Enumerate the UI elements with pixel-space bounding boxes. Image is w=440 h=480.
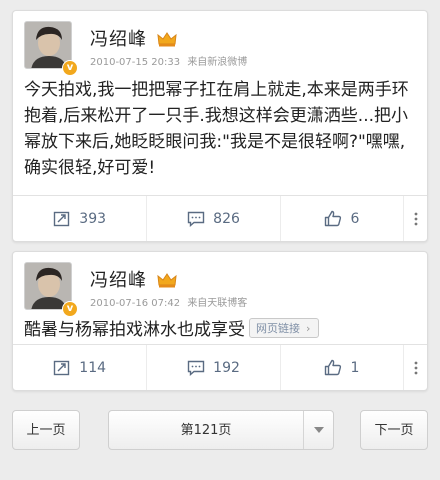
username-text[interactable]: 冯绍峰 [90,270,147,291]
post-meta: 2010-07-16 07:42 来自天联博客 [90,294,247,309]
vip-badge: v [62,60,78,76]
more-button[interactable] [403,345,427,390]
more-button[interactable] [403,196,427,241]
timestamp: 2010-07-16 07:42 [90,298,181,309]
repost-button[interactable]: 393 [13,196,146,241]
timestamp: 2010-07-15 20:33 [90,57,181,68]
post-card: v 冯绍峰 2010-07-16 07:42 来自天联博客 酷暑与杨幂拍戏淋水也… [12,251,428,391]
username[interactable]: 冯绍峰 [90,25,177,51]
current-page-label[interactable]: 第121页 [181,411,232,451]
more-vertical-icon [414,361,417,374]
thumbs-up-icon [325,210,342,227]
comment-icon [187,211,205,227]
crown-icon [157,31,177,46]
comment-button[interactable]: 826 [146,196,279,241]
username-text[interactable]: 冯绍峰 [90,29,147,50]
more-vertical-icon [414,212,417,225]
pagination: 上一页 第121页 下一页 [12,410,428,450]
post-card: v 冯绍峰 2010-07-15 20:33 来自新浪微博 今天拍戏,我一把把幂… [12,10,428,242]
web-link-button[interactable]: 网页链接 › [249,318,320,338]
repost-button[interactable]: 114 [13,345,146,390]
repost-count: 393 [79,210,107,227]
post-content: 酷暑与杨幂拍戏淋水也成享受 网页链接 › [24,317,417,343]
comment-button[interactable]: 192 [146,345,279,390]
dropdown-arrow[interactable] [303,411,333,449]
repost-icon [54,360,70,375]
post-meta: 2010-07-15 20:33 来自新浪微博 [90,53,247,68]
prev-page-button[interactable]: 上一页 [12,410,80,450]
chevron-right-icon: › [306,322,311,335]
username[interactable]: 冯绍峰 [90,266,177,292]
action-bar: 393 826 6 [13,195,427,241]
thumbs-up-icon [325,359,342,376]
post-content: 今天拍戏,我一把把幂子扛在肩上就走,本来是两手环抱着,后来松开了一只手.我想这样… [24,80,409,178]
comment-count: 192 [213,359,240,376]
page-select[interactable]: 第121页 [108,410,334,450]
crown-icon [157,272,177,287]
like-count: 1 [350,359,360,376]
post-header: v 冯绍峰 2010-07-15 20:33 来自新浪微博 [24,21,417,76]
web-link-label[interactable]: 网页链接 [256,322,300,335]
post-header: v 冯绍峰 2010-07-16 07:42 来自天联博客 [24,262,417,317]
like-button[interactable]: 6 [279,196,403,241]
repost-count: 114 [79,359,107,376]
next-page-button[interactable]: 下一页 [360,410,428,450]
post-source: 来自新浪微博 [187,57,248,68]
like-count: 6 [350,210,360,227]
like-button[interactable]: 1 [279,345,403,390]
repost-icon [54,211,70,226]
post-text: 酷暑与杨幂拍戏淋水也成享受 [24,320,245,340]
post-source: 来自天联博客 [187,298,248,309]
comment-count: 826 [213,210,240,227]
triangle-down-icon [313,427,324,433]
comment-icon [187,360,205,376]
action-bar: 114 192 1 [13,344,427,390]
vip-badge: v [62,301,78,317]
